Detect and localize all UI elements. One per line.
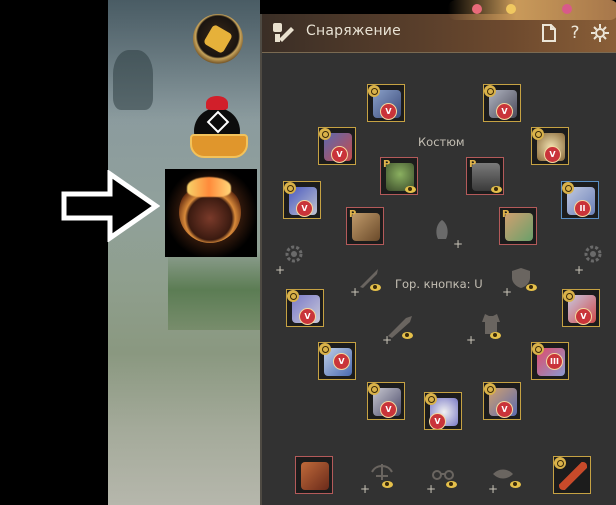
- premium-badge: P: [502, 209, 510, 220]
- title-bar[interactable]: Снаряжение ?: [262, 0, 616, 53]
- enhance-tag-icon: [484, 85, 496, 97]
- enhance-tag-icon: [532, 343, 544, 355]
- visibility-eye-icon[interactable]: [402, 332, 413, 339]
- flower-decoration: [562, 4, 572, 14]
- equipment-icon: [273, 23, 294, 42]
- enhance-tag-icon: [562, 182, 574, 194]
- enhance-badge: V: [299, 308, 316, 325]
- visibility-eye-icon[interactable]: [510, 481, 521, 488]
- bag-gems: [187, 177, 231, 197]
- enhance-tag-icon: [319, 128, 331, 140]
- gear-icon[interactable]: [590, 22, 610, 44]
- slot-costume-gloves[interactable]: P: [346, 207, 384, 245]
- slot-costume-boots[interactable]: P: [499, 207, 537, 245]
- slot-earring-left[interactable]: V: [367, 382, 405, 420]
- slot-tool[interactable]: [553, 456, 591, 494]
- distant-figure: [113, 50, 153, 110]
- slot-sub-weapon[interactable]: V: [562, 289, 600, 327]
- empty-slot-gear-icon[interactable]: [284, 244, 304, 264]
- add-plus-icon[interactable]: +: [426, 483, 436, 495]
- flower-decoration: [506, 4, 516, 14]
- quest-icon[interactable]: [193, 14, 243, 64]
- enhance-tag-icon: [484, 383, 496, 395]
- slot-alchemy-stone[interactable]: [295, 456, 333, 494]
- enhance-badge: V: [575, 308, 592, 325]
- enhance-badge: V: [429, 413, 446, 429]
- enhance-badge: V: [296, 200, 313, 217]
- enhance-tag-icon: [532, 128, 544, 140]
- premium-badge: P: [469, 159, 477, 170]
- enhance-tag-icon: [287, 290, 299, 302]
- slot-belt[interactable]: III: [531, 342, 569, 380]
- slot-main-weapon[interactable]: V: [286, 289, 324, 327]
- event-gift-icon[interactable]: [188, 96, 248, 160]
- enhance-badge: II: [574, 200, 591, 217]
- slot-earring-right[interactable]: V: [483, 382, 521, 420]
- visibility-eye-icon[interactable]: [382, 481, 393, 488]
- costume-label: Костюм: [418, 135, 465, 149]
- gift-bow: [206, 96, 228, 110]
- visibility-eye-icon[interactable]: [526, 284, 537, 291]
- slot-accessory-right[interactable]: V: [531, 127, 569, 165]
- slot-artifact[interactable]: V: [424, 392, 462, 430]
- quest-emblem: [202, 23, 234, 55]
- add-plus-icon[interactable]: +: [466, 334, 476, 346]
- visibility-eye-icon[interactable]: [405, 186, 416, 193]
- enhance-tag-icon: [563, 290, 575, 302]
- underwear-slot-icon[interactable]: [434, 219, 450, 241]
- enhance-tag-icon: [425, 393, 437, 405]
- slot-accessory-left[interactable]: V: [318, 127, 356, 165]
- add-plus-icon[interactable]: +: [360, 483, 370, 495]
- premium-badge: P: [349, 209, 357, 220]
- visibility-eye-icon[interactable]: [491, 186, 502, 193]
- eyewear-slot-icon[interactable]: [431, 466, 455, 482]
- add-plus-icon[interactable]: +: [275, 264, 285, 276]
- enhance-badge: III: [546, 353, 563, 370]
- slot-costume-armor[interactable]: P: [466, 157, 504, 195]
- enhance-badge: V: [496, 401, 513, 418]
- enhance-badge: V: [331, 146, 348, 163]
- mouth-slot-icon[interactable]: [491, 466, 515, 482]
- black-spirit-bag-icon[interactable]: [165, 169, 257, 257]
- visibility-eye-icon[interactable]: [370, 284, 381, 291]
- add-plus-icon[interactable]: +: [382, 334, 392, 346]
- add-plus-icon[interactable]: +: [350, 286, 360, 298]
- slot-ring-left[interactable]: V: [283, 181, 321, 219]
- enhance-tag-icon: [319, 343, 331, 355]
- slot-costume-hood[interactable]: P: [380, 157, 418, 195]
- slot-ring-right[interactable]: II: [561, 181, 599, 219]
- window-title: Снаряжение: [306, 23, 401, 39]
- add-plus-icon[interactable]: +: [453, 238, 463, 250]
- enhance-badge: V: [544, 146, 561, 163]
- enhance-tag-icon: [554, 457, 566, 469]
- add-plus-icon[interactable]: +: [574, 264, 584, 276]
- empty-slot-gear-icon[interactable]: [583, 244, 603, 264]
- enhance-badge: V: [333, 353, 350, 370]
- slot-helmet-top-left[interactable]: V: [367, 84, 405, 122]
- enhance-badge: V: [496, 103, 513, 120]
- add-plus-icon[interactable]: +: [502, 286, 512, 298]
- enhance-tag-icon: [368, 383, 380, 395]
- visibility-eye-icon[interactable]: [446, 481, 457, 488]
- equipment-window: Снаряжение ? Костюм Гор. кнопка: U V V V…: [260, 0, 616, 505]
- enhance-badge: V: [380, 401, 397, 418]
- arrow-pointer-icon: [61, 170, 160, 242]
- enhance-tag-icon: [368, 85, 380, 97]
- visibility-eye-icon[interactable]: [490, 332, 501, 339]
- add-plus-icon[interactable]: +: [488, 483, 498, 495]
- crossbow-slot-icon[interactable]: [370, 462, 394, 482]
- enhance-badge: V: [380, 103, 397, 120]
- slot-helmet-top-right[interactable]: V: [483, 84, 521, 122]
- enhance-tag-icon: [284, 182, 296, 194]
- document-icon[interactable]: [539, 22, 559, 44]
- help-button[interactable]: ?: [565, 22, 585, 44]
- premium-badge: P: [383, 159, 391, 170]
- item-art: [301, 462, 329, 490]
- flower-decoration: [472, 4, 482, 14]
- slot-necklace[interactable]: V: [318, 342, 356, 380]
- left-black-bar: [0, 0, 108, 505]
- hotkey-label: Гор. кнопка: U: [395, 277, 483, 291]
- grass-patch: [168, 250, 260, 330]
- gift-tray: [190, 134, 248, 158]
